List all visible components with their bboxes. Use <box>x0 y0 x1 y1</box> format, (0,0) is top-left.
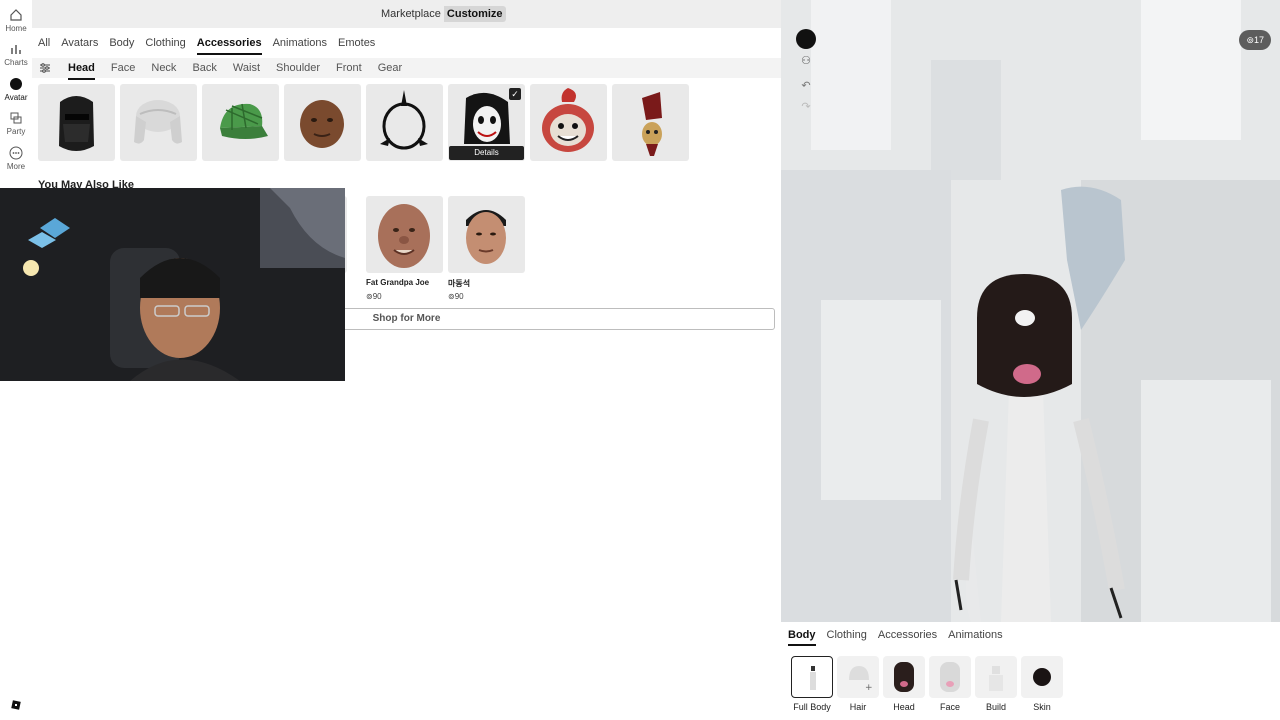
customize-tab[interactable]: Customize <box>443 6 506 22</box>
robux-balance[interactable]: ⊚17 <box>1239 30 1271 50</box>
party-icon <box>10 112 22 124</box>
charts-icon <box>11 45 21 54</box>
hair-label: Hair <box>849 702 867 712</box>
svg-text:+: + <box>865 683 873 693</box>
tab-all[interactable]: All <box>38 36 50 55</box>
inventory-item[interactable] <box>284 84 361 161</box>
hair-icon: + <box>849 666 873 693</box>
filter-icon[interactable] <box>39 62 51 74</box>
nav-more[interactable]: More <box>0 146 32 171</box>
marketplace-tab[interactable]: Marketplace <box>378 6 444 22</box>
skin-label: Skin <box>1033 702 1051 712</box>
tab-gear[interactable]: Gear <box>378 61 402 80</box>
black-hood-mask-item <box>59 96 94 151</box>
nav-home[interactable]: Home <box>0 8 32 33</box>
home-icon <box>10 9 22 21</box>
black-spike-ring-item <box>380 90 428 150</box>
nav-home-label: Home <box>5 24 27 33</box>
full-body-label: Full Body <box>793 702 831 712</box>
more-icon <box>9 146 23 160</box>
green-plaid-cap-item <box>220 103 268 139</box>
avatar-3d-scene <box>781 0 1280 622</box>
details-button[interactable]: Details <box>449 146 524 160</box>
tab-shoulder[interactable]: Shoulder <box>276 61 320 80</box>
tab-face[interactable]: Face <box>111 61 135 80</box>
subcategory-tabs: Head Face Neck Back Waist Shoulder Front… <box>68 61 418 80</box>
nav-charts[interactable]: Charts <box>0 42 32 67</box>
full-body-icon <box>810 666 816 690</box>
inventory-item[interactable] <box>120 84 197 161</box>
bottom-tab-clothing[interactable]: Clothing <box>827 629 867 646</box>
white-trapper-hat-item <box>134 100 182 144</box>
head-icon <box>894 662 914 692</box>
webcam-overlay <box>0 188 345 381</box>
item-name[interactable]: 마동석 <box>448 278 470 289</box>
inventory-item[interactable] <box>530 84 607 161</box>
skin-button[interactable] <box>1021 656 1063 698</box>
roblox-logo-icon[interactable] <box>11 700 21 710</box>
build-label: Build <box>985 702 1006 712</box>
skin-icon <box>1033 668 1051 686</box>
bottom-tab-accessories[interactable]: Accessories <box>878 629 937 646</box>
item-price: ⊚90 <box>448 292 464 301</box>
fat-grandpa-head-thumbnail <box>378 204 430 268</box>
category-tabs: All Avatars Body Clothing Accessories An… <box>38 36 386 55</box>
face-button[interactable] <box>929 656 971 698</box>
inventory-item[interactable] <box>38 84 115 161</box>
inventory-item[interactable] <box>366 84 443 161</box>
tab-clothing[interactable]: Clothing <box>145 36 185 55</box>
head-label: Head <box>893 702 915 712</box>
tab-animations[interactable]: Animations <box>273 36 327 55</box>
full-body-button[interactable] <box>791 656 833 698</box>
accessibility-icon[interactable]: ⚇ <box>796 51 816 71</box>
recommend-item[interactable] <box>366 196 443 273</box>
tab-head[interactable]: Head <box>68 61 95 80</box>
avatar-thumbnail-button[interactable] <box>796 29 816 49</box>
hair-button[interactable]: + <box>837 656 879 698</box>
face-icon <box>940 662 960 692</box>
inventory-item[interactable] <box>202 84 279 161</box>
redo-icon[interactable]: ↷ <box>796 97 816 117</box>
webcam-video-frame <box>0 188 345 381</box>
asian-man-head-thumbnail <box>466 210 506 264</box>
avatar-viewport[interactable]: ⚇ ↶ ↷ ⊚17 <box>781 0 1280 622</box>
red-hat-figure-item <box>642 92 662 156</box>
check-icon: ✓ <box>509 88 521 100</box>
nav-party[interactable]: Party <box>0 111 32 136</box>
bottom-tabs: Body Clothing Accessories Animations <box>788 629 1014 646</box>
inventory-item[interactable] <box>612 84 689 161</box>
tab-avatars[interactable]: Avatars <box>61 36 98 55</box>
head-button[interactable] <box>883 656 925 698</box>
undo-icon[interactable]: ↶ <box>796 76 816 96</box>
avatar-icon <box>10 78 22 90</box>
tab-back[interactable]: Back <box>192 61 216 80</box>
face-label: Face <box>939 702 960 712</box>
nav-avatar-label: Avatar <box>4 93 28 102</box>
bottom-tab-animations[interactable]: Animations <box>948 629 1002 646</box>
tab-accessories[interactable]: Accessories <box>196 36 262 55</box>
nav-party-label: Party <box>6 127 26 136</box>
nav-charts-label: Charts <box>4 58 28 67</box>
recommend-item[interactable] <box>448 196 525 273</box>
mode-switch: Marketplace Customize <box>378 6 506 22</box>
top-bar: Marketplace Customize <box>32 0 781 28</box>
item-name[interactable]: Fat Grandpa Joe <box>366 278 429 287</box>
tab-emotes[interactable]: Emotes <box>338 36 375 55</box>
nav-more-label: More <box>6 162 26 171</box>
tab-neck[interactable]: Neck <box>151 61 176 80</box>
build-icon <box>989 666 1003 691</box>
tab-front[interactable]: Front <box>336 61 362 80</box>
brown-clay-head-item <box>300 100 344 148</box>
inventory-item-selected[interactable]: ✓ Details <box>448 84 525 161</box>
tab-body[interactable]: Body <box>109 36 134 55</box>
bottom-tab-body[interactable]: Body <box>788 629 816 646</box>
nav-avatar[interactable]: Avatar <box>0 77 32 102</box>
clown-head-item <box>542 88 594 152</box>
tab-waist[interactable]: Waist <box>233 61 260 80</box>
item-price: ⊚90 <box>366 292 382 301</box>
build-button[interactable] <box>975 656 1017 698</box>
